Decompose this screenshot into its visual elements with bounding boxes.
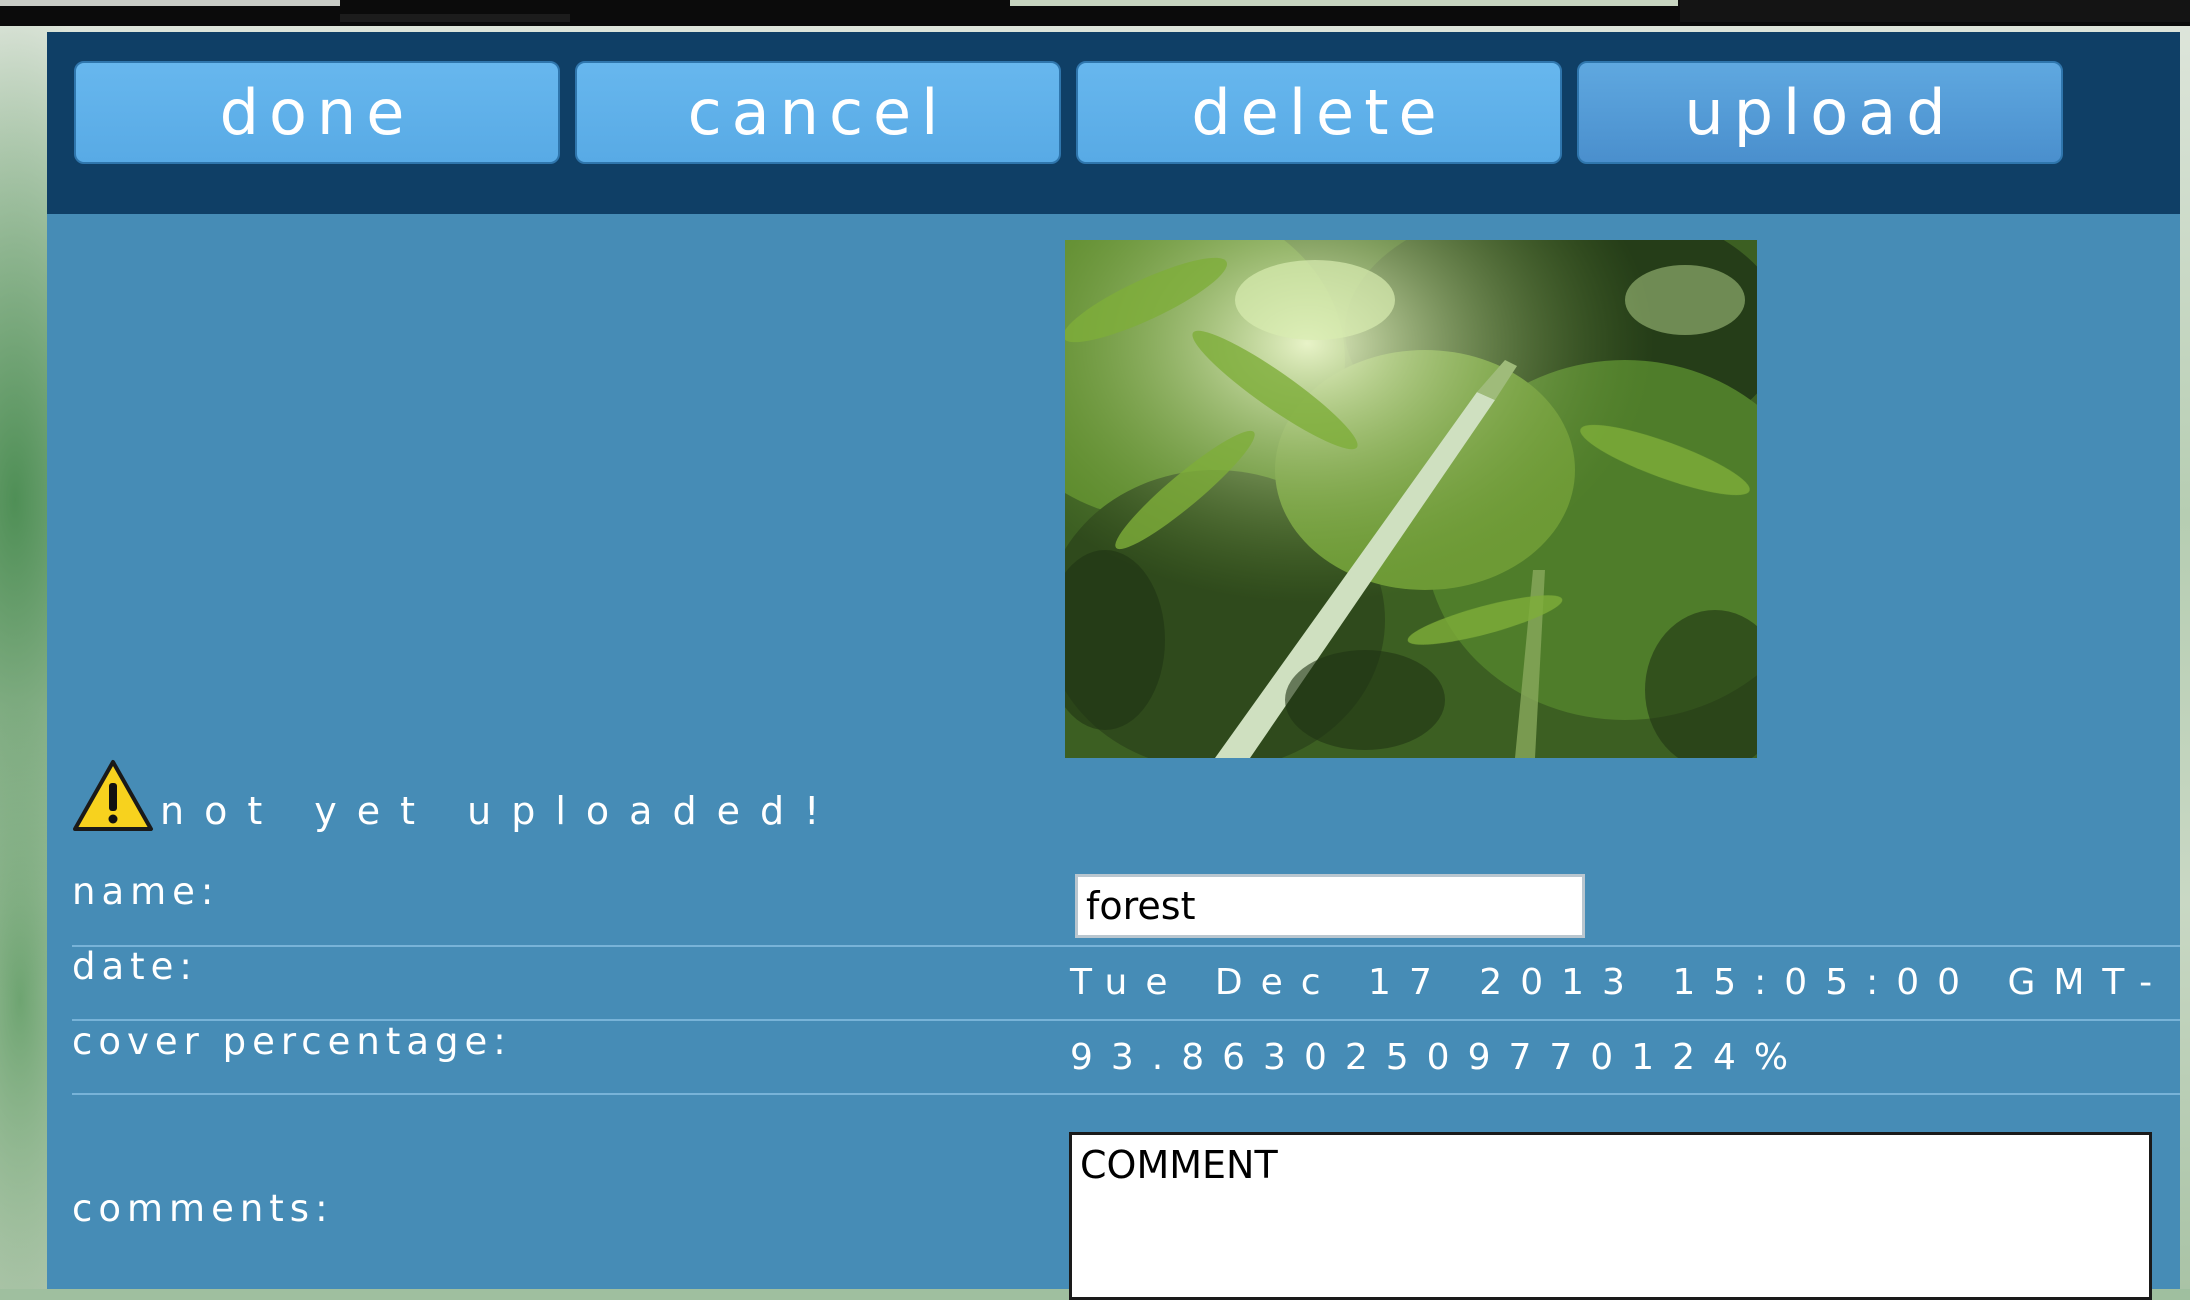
photo-thumbnail[interactable] bbox=[1065, 240, 1757, 758]
delete-button[interactable]: delete bbox=[1076, 61, 1562, 164]
photo-detail-panel: done cancel delete upload not yet upload… bbox=[47, 32, 2180, 1300]
date-value: Tue Dec 17 2013 15:05:00 GMT- bbox=[1070, 962, 2171, 1003]
name-input[interactable] bbox=[1075, 874, 1585, 938]
upload-button[interactable]: upload bbox=[1577, 61, 2063, 164]
cover-percentage-label: cover percentage: bbox=[72, 1020, 512, 1063]
toolbar: done cancel delete upload bbox=[47, 32, 2180, 214]
cover-percentage-value: 93.86302509770124% bbox=[1070, 1037, 1807, 1078]
comments-input[interactable]: COMMENT bbox=[1069, 1132, 2152, 1300]
cancel-button[interactable]: cancel bbox=[575, 61, 1061, 164]
date-label: date: bbox=[72, 945, 198, 988]
warning-icon bbox=[72, 759, 154, 837]
comments-label: comments: bbox=[72, 1187, 334, 1230]
upload-status: not yet uploaded! bbox=[72, 757, 839, 837]
divider bbox=[72, 945, 2180, 947]
top-strip bbox=[0, 0, 2190, 26]
divider bbox=[72, 1093, 2180, 1095]
done-button[interactable]: done bbox=[74, 61, 560, 164]
upload-status-text: not yet uploaded! bbox=[160, 789, 840, 833]
name-label: name: bbox=[72, 870, 220, 913]
